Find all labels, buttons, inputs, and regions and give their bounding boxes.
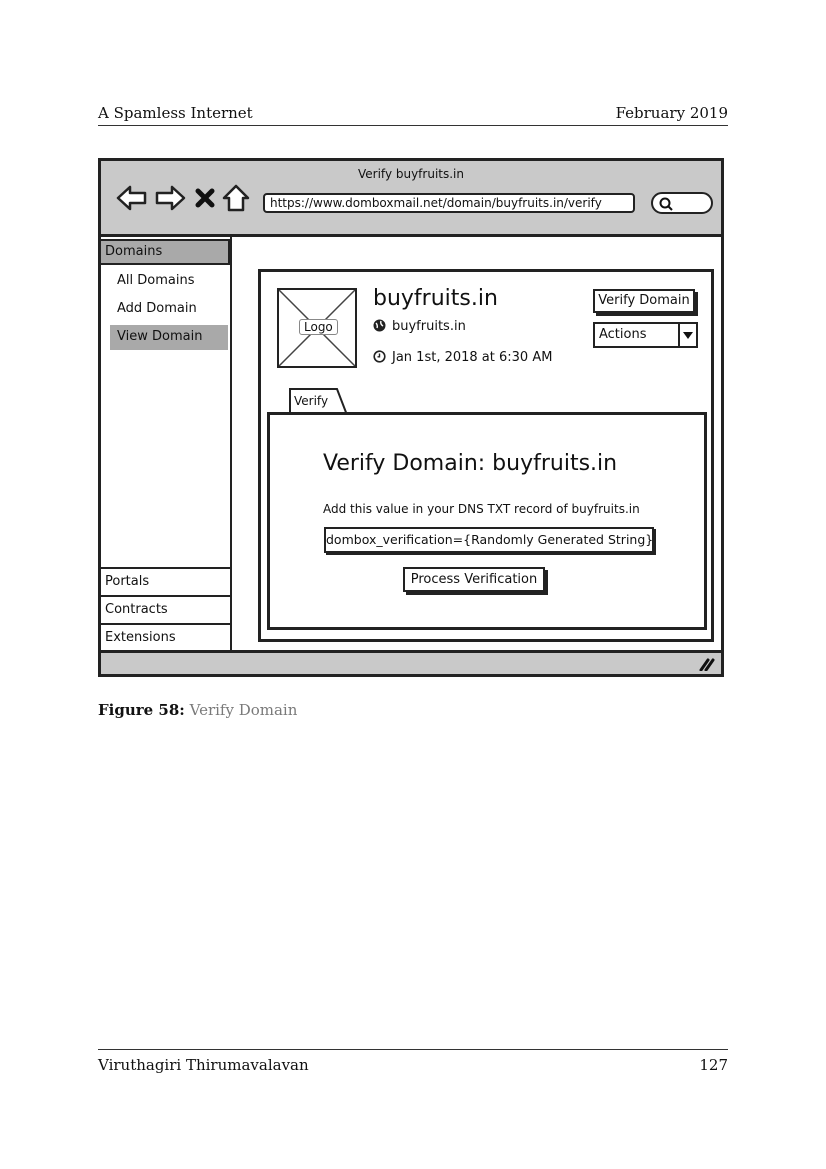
header-rule [98, 125, 728, 126]
verify-heading: Verify Domain: buyfruits.in [323, 451, 618, 476]
back-arrow-icon[interactable] [115, 183, 149, 213]
window-title: Verify buyfruits.in [358, 167, 464, 181]
process-verification-button[interactable]: Process Verification [403, 567, 545, 592]
figure-caption-label: Figure 58: [98, 701, 185, 719]
sidebar-item-all-domains[interactable]: All Domains [117, 273, 194, 288]
domain-site-row: buyfruits.in [373, 319, 466, 334]
globe-icon [373, 319, 386, 332]
page-header-title: A Spamless Internet [98, 104, 253, 122]
tab-verify[interactable]: Verify [294, 394, 328, 408]
status-bar [101, 650, 721, 674]
resize-grip-icon[interactable] [699, 657, 715, 671]
search-field[interactable] [651, 192, 713, 214]
page-number: 127 [699, 1056, 728, 1074]
verify-tab-content: Verify Domain: buyfruits.in Add this val… [267, 412, 707, 630]
verify-domain-button[interactable]: Verify Domain [593, 289, 695, 313]
sidebar-item-contracts[interactable]: Contracts [101, 595, 230, 623]
figure-caption: Figure 58: Verify Domain [98, 701, 297, 719]
wireframe-browser-window: Verify buyfruits.in https://www.domboxma… [98, 158, 724, 677]
page-footer-author: Viruthagiri Thirumavalavan [98, 1056, 309, 1074]
footer-rule [98, 1049, 728, 1050]
logo-label: Logo [299, 319, 338, 335]
sidebar: Domains All Domains Add Domain View Doma… [101, 237, 232, 650]
domain-panel: Logo buyfruits.in buyfruits.in Jan 1st, … [258, 269, 714, 642]
figure-caption-text: Verify Domain [189, 701, 298, 719]
sidebar-item-view-domain[interactable]: View Domain [117, 329, 202, 344]
sidebar-header-domains[interactable]: Domains [101, 239, 230, 265]
close-x-icon[interactable] [193, 183, 217, 213]
search-icon [659, 197, 673, 211]
sidebar-item-portals[interactable]: Portals [101, 567, 230, 595]
actions-label: Actions [599, 327, 647, 342]
home-icon[interactable] [221, 183, 251, 213]
domain-date: Jan 1st, 2018 at 6:30 AM [392, 350, 553, 365]
logo-image-placeholder: Logo [277, 288, 357, 368]
dropdown-arrow[interactable] [678, 324, 696, 346]
sidebar-item-add-domain[interactable]: Add Domain [117, 301, 197, 316]
url-bar[interactable]: https://www.domboxmail.net/domain/buyfru… [263, 193, 635, 213]
clock-icon [373, 350, 386, 363]
actions-dropdown[interactable]: Actions [593, 322, 698, 348]
forward-arrow-icon[interactable] [153, 183, 187, 213]
domain-site[interactable]: buyfruits.in [392, 319, 466, 334]
domain-date-row: Jan 1st, 2018 at 6:30 AM [373, 350, 552, 365]
domain-title: buyfruits.in [373, 286, 498, 311]
chevron-down-icon [683, 332, 693, 339]
page-header-date: February 2019 [615, 104, 728, 122]
browser-toolbar: Verify buyfruits.in https://www.domboxma… [101, 161, 721, 237]
verification-value-field[interactable]: dombox_verification={Randomly Generated … [324, 527, 654, 553]
verify-description: Add this value in your DNS TXT record of… [323, 502, 640, 516]
sidebar-item-extensions[interactable]: Extensions [101, 623, 230, 651]
